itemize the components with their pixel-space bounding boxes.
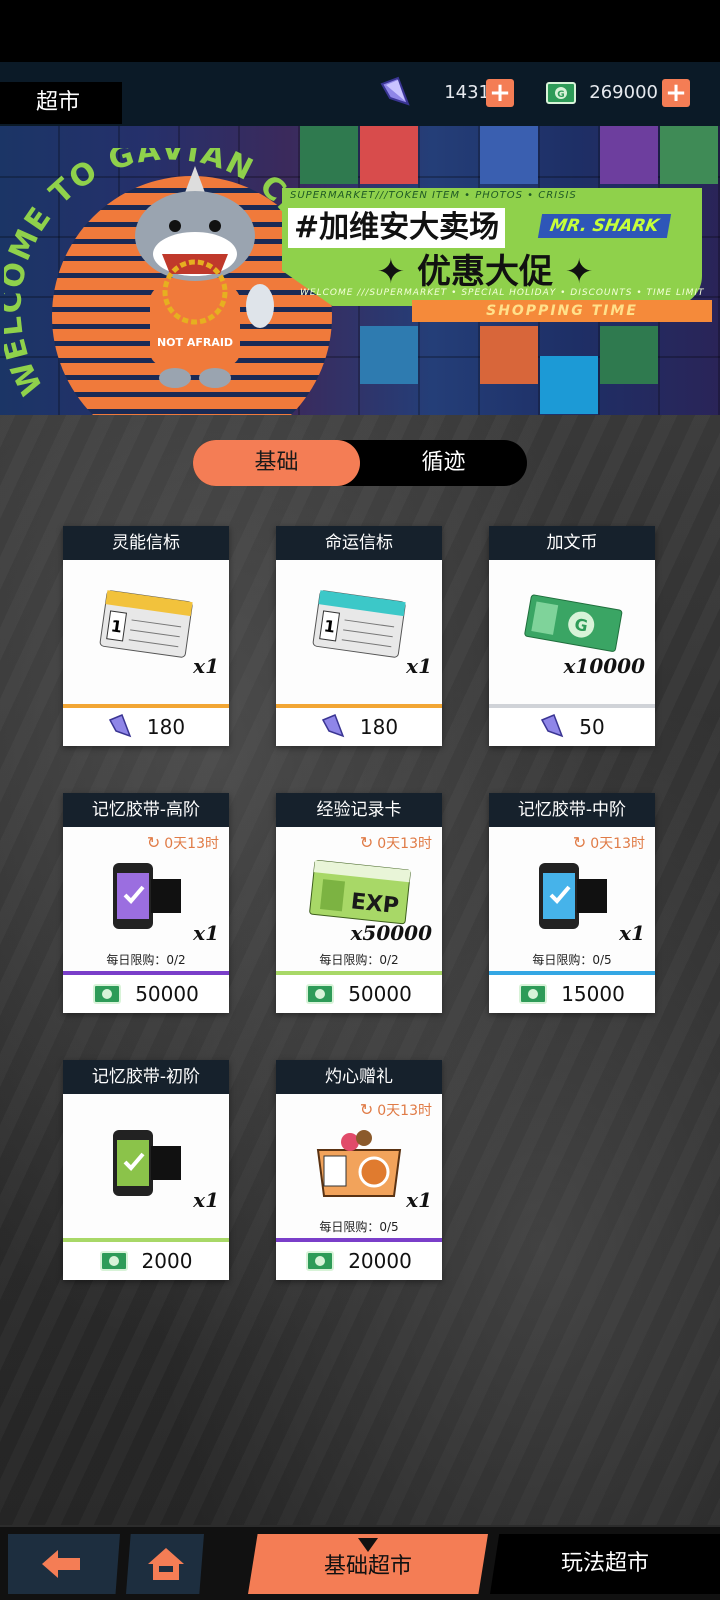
back-arrow-icon <box>42 1550 80 1578</box>
cash-balance: 269000 <box>589 82 658 103</box>
shop-item-card[interactable]: 灵能信标 1 x1 180 <box>63 526 229 746</box>
cash-icon <box>93 984 122 1004</box>
mr-shark-label: MR. SHARK <box>537 214 671 238</box>
play-market-tab[interactable]: 玩法超市 <box>490 1534 720 1594</box>
item-name: 命运信标 <box>276 526 442 560</box>
item-quantity: x50000 <box>350 921 432 945</box>
item-price: 20000 <box>348 1249 412 1273</box>
shop-item-card[interactable]: 记忆胶带-中阶 ↻ 0天13时 x1 每日限购：0/5 15000 <box>489 793 655 1013</box>
daily-limit: 每日限购：0/2 <box>319 953 399 967</box>
shop-item-card[interactable]: 记忆胶带-高阶 ↻ 0天13时 x1 每日限购：0/2 50000 <box>63 793 229 1013</box>
daily-limit: 每日限购：0/5 <box>319 1220 399 1234</box>
item-quantity: x10000 <box>563 654 645 678</box>
memory-tape-purple-icon <box>113 863 181 929</box>
shop-item-card[interactable]: 加文币 G x10000 50 <box>489 526 655 746</box>
daily-limit: 每日限购：0/5 <box>532 953 612 967</box>
item-price: 50000 <box>348 982 412 1006</box>
crystal-icon <box>541 714 564 738</box>
item-price: 180 <box>146 715 186 739</box>
store-name: #加维安大卖场 <box>288 208 506 248</box>
tab-trace[interactable]: 循迹 <box>360 440 527 486</box>
item-quantity: x1 <box>619 921 645 945</box>
promo-label: 优惠大促 <box>417 252 553 292</box>
price-row: 180 <box>276 708 442 746</box>
shop-item-card[interactable]: 命运信标 1 x1 180 <box>276 526 442 746</box>
daily-limit: 每日限购：0/2 <box>106 953 186 967</box>
ticket-cyan-icon: 1 <box>312 590 406 658</box>
category-tabs: 基础 循迹 <box>193 440 527 486</box>
item-name: 经验记录卡 <box>276 793 442 827</box>
item-price: 180 <box>359 715 399 739</box>
memory-tape-blue-icon <box>539 863 607 929</box>
item-name: 记忆胶带-高阶 <box>63 793 229 827</box>
price-row: 2000 <box>63 1242 229 1280</box>
home-button[interactable] <box>126 1534 204 1594</box>
panel-top-text: SUPERMARKET///TOKEN ITEM • PHOTOS • CRIS… <box>290 190 577 201</box>
item-name: 记忆胶带-初阶 <box>63 1060 229 1094</box>
svg-text:G: G <box>557 90 564 100</box>
page-title: 超市 <box>0 82 122 124</box>
item-quantity: x1 <box>193 654 219 678</box>
item-quantity: x1 <box>193 1188 219 1212</box>
item-quantity: x1 <box>193 921 219 945</box>
add-cash-button[interactable]: + <box>662 79 690 107</box>
svg-text:EXP: EXP <box>350 889 400 919</box>
shop-item-card[interactable]: 经验记录卡 ↻ 0天13时 EXP x50000 每日限购：0/2 50000 <box>276 793 442 1013</box>
price-row: 50 <box>489 708 655 746</box>
promo-banner: WELCOME TO GAVIAN CITY NOT AFRAID SUPERM… <box>0 126 720 416</box>
price-row: 50000 <box>276 975 442 1013</box>
crystal-currency-icon <box>380 76 410 106</box>
price-row: 50000 <box>63 975 229 1013</box>
add-crystal-button[interactable]: + <box>486 79 514 107</box>
cash-icon <box>519 984 548 1004</box>
item-name: 加文币 <box>489 526 655 560</box>
cash-icon <box>306 984 335 1004</box>
shop-item-card[interactable]: 灼心赠礼 ↻ 0天13时 x1 每日限购：0/5 20000 <box>276 1060 442 1280</box>
item-price: 15000 <box>561 982 625 1006</box>
crystal-icon <box>321 714 345 738</box>
gift-box-icon <box>316 1130 402 1197</box>
item-price: 50 <box>579 715 605 739</box>
cash-icon <box>99 1251 128 1271</box>
ticket-yellow-icon: 1 <box>99 590 193 658</box>
cash-icon <box>306 1251 335 1271</box>
cash-currency-icon: G <box>546 82 576 104</box>
shop-item-card[interactable]: 记忆胶带-初阶 x1 2000 <box>63 1060 229 1280</box>
shirt-text: NOT AFRAID <box>157 336 233 349</box>
home-icon <box>148 1548 184 1580</box>
item-quantity: x1 <box>406 654 432 678</box>
crystal-balance: 1431 <box>444 82 490 103</box>
item-price: 50000 <box>135 982 199 1006</box>
status-bar <box>0 0 720 62</box>
panel-bottom-text: WELCOME ///SUPERMARKET • SPECIAL HOLIDAY… <box>300 288 705 298</box>
item-name: 灵能信标 <box>63 526 229 560</box>
price-row: 15000 <box>489 975 655 1013</box>
item-name: 灼心赠礼 <box>276 1060 442 1094</box>
item-price: 2000 <box>141 1249 193 1273</box>
price-row: 20000 <box>276 1242 442 1280</box>
price-row: 180 <box>63 708 229 746</box>
shopping-time-strip: SHOPPING TIME <box>412 300 712 322</box>
item-name: 记忆胶带-中阶 <box>489 793 655 827</box>
selected-indicator-icon <box>358 1538 378 1552</box>
memory-tape-green-icon <box>113 1130 181 1196</box>
crystal-icon <box>108 714 132 738</box>
tab-basic[interactable]: 基础 <box>193 440 360 486</box>
item-quantity: x1 <box>406 1188 432 1212</box>
back-button[interactable] <box>8 1534 120 1594</box>
shark-mascot-icon: NOT AFRAID <box>135 166 274 388</box>
